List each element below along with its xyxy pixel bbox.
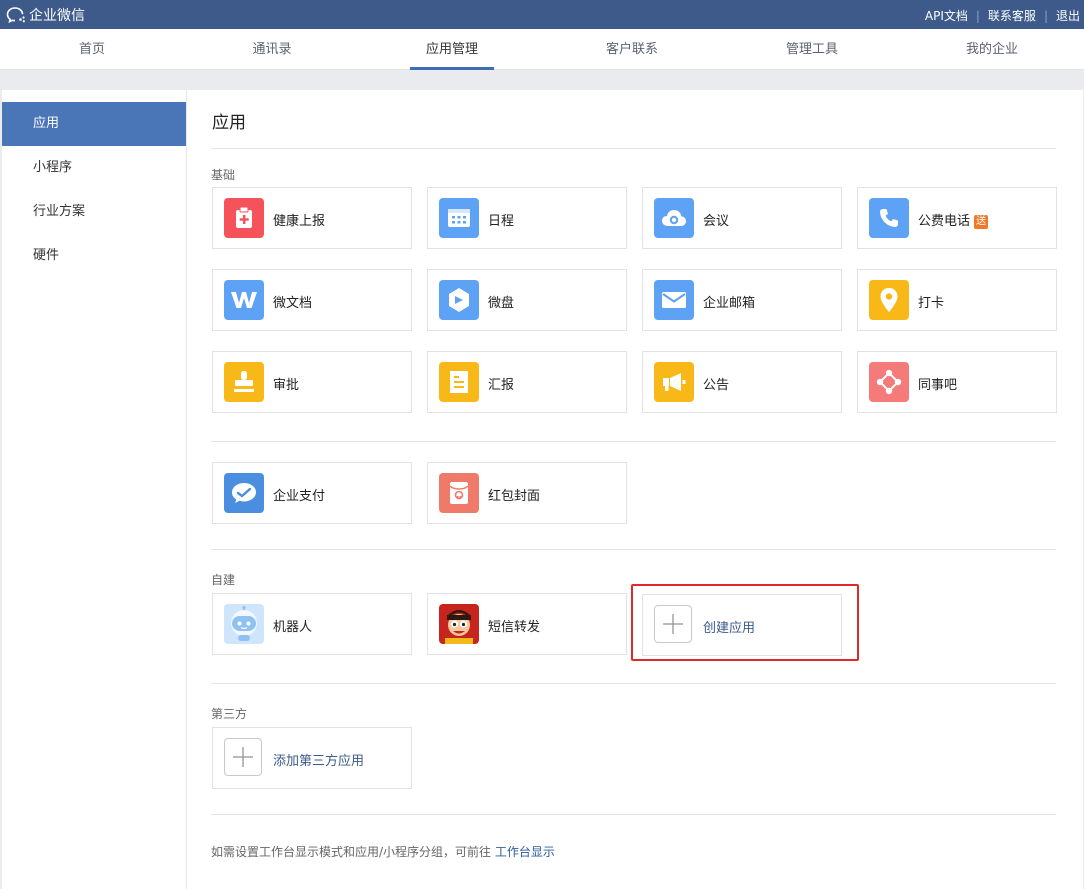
app-label: 微文档 xyxy=(273,296,313,311)
app-label: 汇报 xyxy=(488,378,515,393)
workbench-hint: 如需设置工作台显示模式和应用/小程序分组，可前往 工作台显示 xyxy=(211,843,555,860)
app-label: 微盘 xyxy=(488,296,515,311)
app-card-colleague-forum[interactable]: 同事吧 xyxy=(857,351,1057,413)
app-card-check-in[interactable]: 打卡 xyxy=(857,269,1057,331)
tab-management-tools[interactable]: 管理工具 xyxy=(722,29,902,70)
app-card-weidrive[interactable]: 微盘 xyxy=(427,269,627,331)
app-label-text: 公费电话 xyxy=(918,214,971,229)
app-card-announcement[interactable]: 公告 xyxy=(642,351,842,413)
app-card-public-phone[interactable]: 公费电话送 xyxy=(857,187,1057,249)
health-report-icon xyxy=(224,198,264,238)
robot-icon xyxy=(224,604,264,644)
divider xyxy=(211,814,1056,815)
sidebar-item-industry-solutions[interactable]: 行业方案 xyxy=(2,190,186,234)
tab-contacts[interactable]: 通讯录 xyxy=(182,29,362,70)
divider xyxy=(211,683,1056,684)
sidebar-item-apps[interactable]: 应用 xyxy=(2,102,186,146)
tab-home[interactable]: 首页 xyxy=(2,29,182,70)
app-label: 同事吧 xyxy=(918,378,958,393)
app-label: 健康上报 xyxy=(273,214,326,229)
top-links: API文档 | 联系客服 | 退出 xyxy=(925,7,1080,24)
app-card-robot[interactable]: 机器人 xyxy=(212,593,412,655)
app-label: 日程 xyxy=(488,214,515,229)
app-card-approval[interactable]: 审批 xyxy=(212,351,412,413)
app-label: 公告 xyxy=(703,378,730,393)
brand-name: 企业微信 xyxy=(29,8,85,24)
app-label: 审批 xyxy=(273,378,300,393)
mail-icon xyxy=(654,280,694,320)
meeting-cloud-icon xyxy=(654,198,694,238)
create-app-button[interactable]: 创建应用 xyxy=(642,594,842,656)
section-label-third-party: 第三方 xyxy=(211,707,248,721)
report-icon xyxy=(439,362,479,402)
app-card-meeting[interactable]: 会议 xyxy=(642,187,842,249)
app-card-enterprise-mail[interactable]: 企业邮箱 xyxy=(642,269,842,331)
app-card-report[interactable]: 汇报 xyxy=(427,351,627,413)
app-label: 短信转发 xyxy=(488,620,541,635)
app-card-sms-forward[interactable]: 短信转发 xyxy=(427,593,627,655)
add-third-party-app-label: 添加第三方应用 xyxy=(273,754,365,769)
top-bar: 企业微信 API文档 | 联系客服 | 退出 xyxy=(0,0,1084,29)
tab-customer-contact[interactable]: 客户联系 xyxy=(542,29,722,70)
gift-badge: 送 xyxy=(974,215,989,229)
divider xyxy=(211,549,1056,550)
page-title: 应用 xyxy=(212,113,246,133)
main-nav: 首页 通讯录 应用管理 客户联系 管理工具 我的企业 xyxy=(0,29,1084,70)
sidebar-item-mini-programs[interactable]: 小程序 xyxy=(2,146,186,190)
sidebar: 应用 小程序 行业方案 硬件 xyxy=(2,90,187,889)
divider xyxy=(211,148,1056,149)
colleague-icon xyxy=(869,362,909,402)
app-label: 打卡 xyxy=(918,296,945,311)
section-label-custom: 自建 xyxy=(211,573,236,587)
add-third-party-app-button[interactable]: 添加第三方应用 xyxy=(212,727,412,789)
wecom-logo-icon xyxy=(6,7,25,24)
sms-forward-icon xyxy=(439,604,479,644)
app-label: 企业邮箱 xyxy=(703,296,756,311)
app-card-weidoc[interactable]: 微文档 xyxy=(212,269,412,331)
drive-icon xyxy=(439,280,479,320)
main-panel: 应用 基础 健康上报 日程 会议 公费电话送 微文档 微盘 企业邮箱 打卡 审批… xyxy=(187,90,1083,889)
logout-link[interactable]: 退出 xyxy=(1056,7,1080,24)
plus-icon xyxy=(654,605,692,643)
stamp-icon xyxy=(224,362,264,402)
brand-logo[interactable]: 企业微信 xyxy=(6,5,85,25)
workbench-display-link[interactable]: 工作台显示 xyxy=(495,845,555,859)
location-pin-icon xyxy=(869,280,909,320)
section-label-basic: 基础 xyxy=(211,168,236,182)
app-card-enterprise-payment[interactable]: 企业支付 xyxy=(212,462,412,524)
app-label: 会议 xyxy=(703,214,730,229)
tab-my-enterprise[interactable]: 我的企业 xyxy=(902,29,1082,70)
api-docs-link[interactable]: API文档 xyxy=(925,7,968,24)
contact-support-link[interactable]: 联系客服 xyxy=(988,7,1036,24)
divider: | xyxy=(1043,8,1048,23)
app-label: 企业支付 xyxy=(273,489,326,504)
megaphone-icon xyxy=(654,362,694,402)
plus-icon xyxy=(224,738,262,776)
red-packet-icon xyxy=(439,473,479,513)
tab-app-management[interactable]: 应用管理 xyxy=(362,29,542,70)
doc-w-icon xyxy=(224,280,264,320)
app-card-calendar[interactable]: 日程 xyxy=(427,187,627,249)
payment-icon xyxy=(224,473,264,513)
sidebar-item-hardware[interactable]: 硬件 xyxy=(2,234,186,278)
calendar-icon xyxy=(439,198,479,238)
app-card-health-report[interactable]: 健康上报 xyxy=(212,187,412,249)
workbench-hint-text: 如需设置工作台显示模式和应用/小程序分组，可前往 xyxy=(211,845,492,859)
app-label: 红包封面 xyxy=(488,489,541,504)
phone-icon xyxy=(869,198,909,238)
divider xyxy=(211,441,1056,442)
app-label: 机器人 xyxy=(273,620,313,635)
app-label: 公费电话送 xyxy=(918,210,989,229)
create-app-label: 创建应用 xyxy=(703,621,756,636)
app-card-red-packet-cover[interactable]: 红包封面 xyxy=(427,462,627,524)
divider: | xyxy=(975,8,980,23)
